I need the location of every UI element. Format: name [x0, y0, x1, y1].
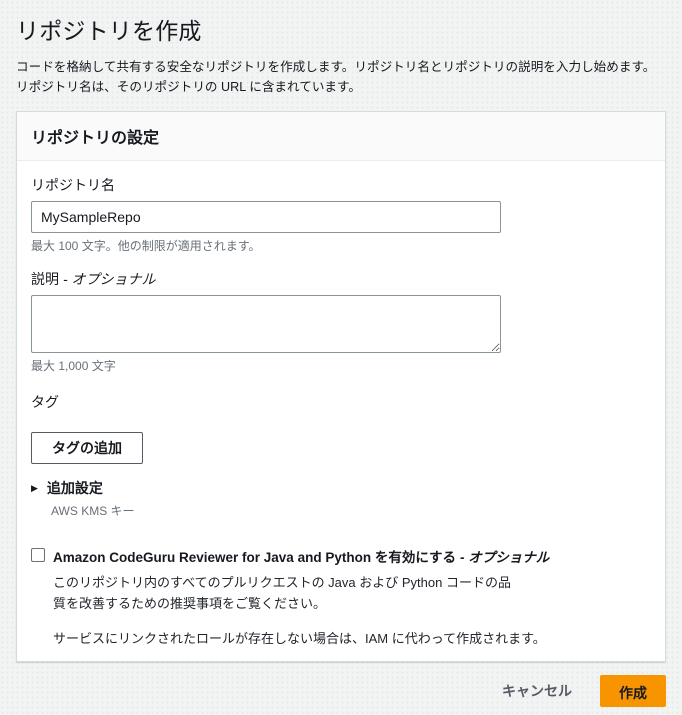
codeguru-checkbox-label[interactable]: Amazon CodeGuru Reviewer for Java and Py…: [53, 546, 549, 566]
codeguru-description: このリポジトリ内のすべてのプルリクエストの Java および Python コー…: [53, 573, 515, 615]
tags-section: タグ タグの追加: [31, 392, 651, 464]
description-field: 説明- オプショナル 最大 1,000 文字: [31, 269, 651, 374]
codeguru-checkbox[interactable]: [31, 548, 45, 562]
codeguru-optional-suffix: - オプショナル: [460, 550, 549, 565]
description-textarea[interactable]: [31, 295, 501, 353]
description-label: 説明- オプショナル: [31, 269, 651, 289]
create-button[interactable]: 作成: [600, 675, 666, 707]
repository-name-input[interactable]: [31, 201, 501, 233]
repository-name-field: リポジトリ名 最大 100 文字。他の制限が適用されます。: [31, 175, 651, 254]
create-repository-page: リポジトリを作成 コードを格納して共有する安全なリポジトリを作成します。リポジト…: [0, 0, 682, 715]
description-hint: 最大 1,000 文字: [31, 357, 651, 374]
repository-name-label: リポジトリ名: [31, 175, 651, 195]
additional-settings-label: 追加設定: [47, 478, 103, 498]
repository-settings-panel: リポジトリの設定 リポジトリ名 最大 100 文字。他の制限が適用されます。 説…: [16, 111, 666, 662]
codeguru-service-role-note: サービスにリンクされたロールが存在しない場合は、IAM に代わって作成されます。: [53, 628, 651, 647]
page-description: コードを格納して共有する安全なリポジトリを作成します。リポジトリ名とリポジトリの…: [16, 58, 666, 97]
panel-header: リポジトリの設定: [17, 112, 665, 161]
add-tag-button[interactable]: タグの追加: [31, 432, 143, 464]
description-optional-suffix: - オプショナル: [63, 271, 156, 287]
triangle-right-icon: ▶: [31, 484, 38, 493]
codeguru-option-row: Amazon CodeGuru Reviewer for Java and Py…: [31, 546, 651, 566]
cancel-button[interactable]: キャンセル: [502, 675, 572, 707]
form-actions: キャンセル 作成: [16, 675, 666, 715]
aws-kms-key-label: AWS KMS キー: [51, 502, 651, 519]
description-label-text: 説明: [31, 271, 59, 287]
tags-label: タグ: [31, 392, 651, 412]
panel-title: リポジトリの設定: [31, 124, 651, 148]
codeguru-label-text: Amazon CodeGuru Reviewer for Java and Py…: [53, 550, 456, 565]
page-title: リポジトリを作成: [16, 12, 666, 46]
repository-name-hint: 最大 100 文字。他の制限が適用されます。: [31, 237, 651, 254]
additional-settings-expander[interactable]: ▶ 追加設定: [31, 478, 651, 498]
panel-body: リポジトリ名 最大 100 文字。他の制限が適用されます。 説明- オプショナル…: [17, 161, 665, 661]
